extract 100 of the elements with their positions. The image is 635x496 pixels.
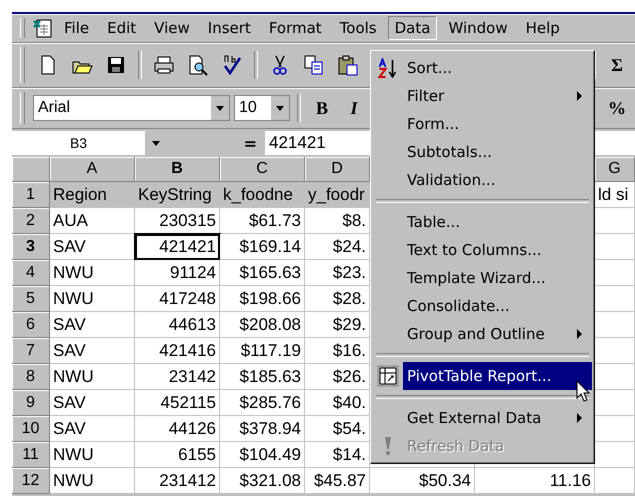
print-preview-icon[interactable] xyxy=(187,54,209,76)
row-header[interactable]: 3 xyxy=(12,234,50,260)
table-cell: SAV xyxy=(50,338,135,364)
table-cell: $28. xyxy=(305,286,370,312)
table-cell: $26. xyxy=(305,364,370,390)
menu-entry[interactable]: Filter xyxy=(403,82,592,110)
printer-icon[interactable] xyxy=(153,54,175,76)
paste-icon[interactable] xyxy=(337,54,359,76)
column-header[interactable]: D xyxy=(305,157,370,182)
sort-ascending-icon xyxy=(378,58,398,78)
table-cell: 44126 xyxy=(135,416,220,442)
row-header[interactable]: 7 xyxy=(12,338,50,364)
table-cell: $29. xyxy=(305,312,370,338)
table-cell: 23142 xyxy=(135,364,220,390)
column-header[interactable]: A xyxy=(50,157,135,182)
row-header[interactable]: 11 xyxy=(12,442,50,468)
dropdown-arrow-icon[interactable] xyxy=(216,106,224,110)
save-icon[interactable] xyxy=(105,54,127,76)
menu-item[interactable]: Tools xyxy=(332,16,384,40)
table-cell: 91124 xyxy=(135,260,220,286)
table-cell: Region xyxy=(50,182,135,208)
percent-style-button[interactable]: % xyxy=(603,98,631,118)
row-header[interactable]: 12 xyxy=(12,468,50,494)
name-box[interactable]: B3 xyxy=(12,131,167,155)
table-cell: 421416 xyxy=(135,338,220,364)
row-header[interactable]: 2 xyxy=(12,208,50,234)
row-header[interactable]: 4 xyxy=(12,260,50,286)
table-cell: k_foodne xyxy=(220,182,305,208)
table-cell: y_foodr xyxy=(305,182,370,208)
table-cell: AUA xyxy=(50,208,135,234)
menu-item[interactable]: Data xyxy=(388,16,438,40)
menu-item[interactable]: Edit xyxy=(100,16,144,40)
table-cell: NWU xyxy=(50,260,135,286)
table-cell: 230315 xyxy=(135,208,220,234)
table-cell: $16. xyxy=(305,338,370,364)
table-cell: $208.08 xyxy=(220,312,305,338)
table-cell: SAV xyxy=(50,390,135,416)
table-cell: SAV xyxy=(50,234,135,260)
table-cell: $321.08 xyxy=(220,468,305,494)
italic-button[interactable]: I xyxy=(340,98,368,118)
table-cell: $104.49 xyxy=(220,442,305,468)
table-cell: $169.14 xyxy=(220,234,305,260)
table-cell: KeyString xyxy=(135,182,220,208)
submenu-arrow-icon xyxy=(577,329,582,339)
row-header[interactable]: 10 xyxy=(12,416,50,442)
table-cell: 44613 xyxy=(135,312,220,338)
menu-item[interactable]: View xyxy=(147,16,197,40)
menu-item[interactable]: Insert xyxy=(200,16,258,40)
bold-button[interactable]: B xyxy=(308,98,336,118)
column-header[interactable]: B xyxy=(135,157,220,182)
dropdown-arrow-icon[interactable] xyxy=(276,106,284,110)
menu-entry[interactable]: Text to Columns... xyxy=(403,236,592,264)
menu-entry[interactable]: Consolidate... xyxy=(403,292,592,320)
menu-item[interactable]: Format xyxy=(262,16,329,40)
menu-entry[interactable]: Validation... xyxy=(403,166,592,194)
table-cell: $285.76 xyxy=(220,390,305,416)
column-header[interactable]: G xyxy=(595,157,635,182)
menu-entry[interactable]: Sort... xyxy=(403,54,592,82)
spreadsheet-icon[interactable] xyxy=(33,18,53,38)
pivot-table-icon xyxy=(377,365,399,387)
menu-item[interactable]: Help xyxy=(518,16,567,40)
table-cell: ld si xyxy=(595,182,635,208)
copy-icon[interactable] xyxy=(303,54,325,76)
table-cell: $198.66 xyxy=(220,286,305,312)
table-cell: $378.94 xyxy=(220,416,305,442)
spelling-check-icon[interactable] xyxy=(221,54,243,76)
table-cell: $45.87 xyxy=(305,468,370,494)
column-header[interactable]: C xyxy=(220,157,305,182)
menu-entry[interactable]: Table... xyxy=(403,208,592,236)
table-cell: $165.63 xyxy=(220,260,305,286)
autosum-button[interactable]: Σ xyxy=(603,54,631,76)
menu-entry[interactable]: PivotTable Report... xyxy=(403,362,592,390)
table-cell: NWU xyxy=(50,286,135,312)
row-header[interactable]: 6 xyxy=(12,312,50,338)
menu-item[interactable]: File xyxy=(57,16,96,40)
submenu-arrow-icon xyxy=(577,91,582,101)
table-cell: $14. xyxy=(305,442,370,468)
exclamation-icon xyxy=(384,436,392,456)
table-cell: $24. xyxy=(305,234,370,260)
menu-entry[interactable]: Group and Outline xyxy=(403,320,592,348)
font-size-field[interactable]: 10 xyxy=(234,95,290,121)
menu-entry[interactable]: Template Wizard... xyxy=(403,264,592,292)
menu-entry[interactable]: Subtotals... xyxy=(403,138,592,166)
menu-entry[interactable]: Form... xyxy=(403,110,592,138)
table-cell: $185.63 xyxy=(220,364,305,390)
table-cell: $50.34 xyxy=(370,468,475,494)
row-header[interactable]: 9 xyxy=(12,390,50,416)
table-cell: $40. xyxy=(305,390,370,416)
row-header[interactable]: 5 xyxy=(12,286,50,312)
table-cell: $54. xyxy=(305,416,370,442)
font-name-field[interactable]: Arial xyxy=(33,95,230,121)
menu-entry[interactable]: Get External Data xyxy=(403,404,592,432)
table-cell: 421421 xyxy=(135,234,220,260)
menu-item[interactable]: Window xyxy=(441,16,515,40)
select-all-corner[interactable] xyxy=(12,157,50,182)
dropdown-arrow-icon[interactable] xyxy=(152,140,160,146)
table-cell: NWU xyxy=(50,442,135,468)
equals-sign: = xyxy=(242,134,258,152)
row-header[interactable]: 8 xyxy=(12,364,50,390)
row-header[interactable]: 1 xyxy=(12,182,50,208)
